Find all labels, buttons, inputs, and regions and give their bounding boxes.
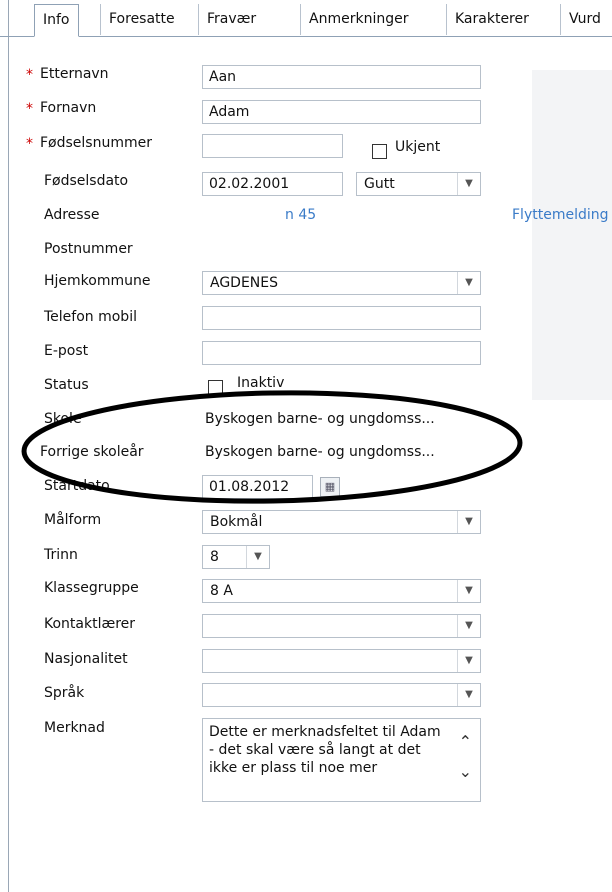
chevron-down-icon: ▼ — [457, 684, 480, 706]
fodselsnummer-label: Fødselsnummer — [40, 135, 152, 151]
scroll-up-icon[interactable]: ⌃ — [459, 733, 472, 751]
hjemkommune-select[interactable]: AGDENES ▼ — [202, 271, 481, 295]
malform-select[interactable]: Bokmål ▼ — [202, 510, 481, 534]
trinn-select[interactable]: 8 ▼ — [202, 545, 270, 569]
gender-select[interactable]: Gutt ▼ — [356, 172, 481, 196]
chevron-down-icon: ▼ — [457, 580, 480, 602]
inaktiv-label: Inaktiv — [237, 375, 285, 391]
required-marker: * — [26, 136, 33, 152]
merknad-textarea[interactable]: Dette er merknadsfeltet til Adam - det s… — [202, 718, 481, 802]
tab-karakterer[interactable]: Karakterer — [446, 4, 537, 35]
nasjonalitet-select[interactable]: ▼ — [202, 649, 481, 673]
tab-fravaer[interactable]: Fravær — [198, 4, 264, 35]
forrige-value: Byskogen barne- og ungdomss... — [205, 444, 435, 460]
epost-label: E-post — [44, 343, 89, 359]
postnummer-label: Postnummer — [44, 241, 133, 257]
tab-bar: Info Foresatte Fravær Anmerkninger Karak… — [0, 0, 612, 37]
chevron-down-icon: ▼ — [457, 511, 480, 533]
chevron-down-icon: ▼ — [457, 173, 480, 195]
tab-foresatte[interactable]: Foresatte — [100, 4, 183, 35]
fodselsdato-input[interactable]: 02.02.2001 — [202, 172, 343, 196]
merknad-label: Merknad — [44, 720, 105, 736]
required-marker: * — [26, 101, 33, 117]
etternavn-label: Etternavn — [40, 66, 109, 82]
merknad-text: Dette er merknadsfeltet til Adam - det s… — [209, 724, 441, 776]
side-panel — [532, 70, 612, 400]
etternavn-input[interactable]: Aan — [202, 65, 481, 89]
malform-label: Målform — [44, 512, 102, 528]
chevron-down-icon: ▼ — [457, 615, 480, 637]
forrige-label: Forrige skoleår — [40, 444, 144, 460]
skole-value: Byskogen barne- og ungdomss... — [205, 411, 435, 427]
nasjonalitet-label: Nasjonalitet — [44, 651, 128, 667]
startdato-input[interactable]: 01.08.2012 — [202, 475, 313, 499]
chevron-down-icon: ▼ — [246, 546, 269, 568]
hjemkommune-label: Hjemkommune — [44, 273, 151, 289]
flyttemelding-link[interactable]: Flyttemelding — [512, 207, 609, 223]
chevron-down-icon: ▼ — [457, 272, 480, 294]
tab-vurd[interactable]: Vurd — [560, 4, 609, 35]
skole-label: Skole — [44, 411, 82, 427]
fornavn-input[interactable]: Adam — [202, 100, 481, 124]
scroll-down-icon[interactable]: ⌄ — [459, 763, 472, 781]
kontaktlaerer-select[interactable]: ▼ — [202, 614, 481, 638]
trinn-label: Trinn — [44, 547, 78, 563]
adresse-value[interactable]: n 45 — [285, 207, 316, 223]
adresse-label: Adresse — [44, 207, 100, 223]
chevron-down-icon: ▼ — [457, 650, 480, 672]
klassegruppe-label: Klassegruppe — [44, 580, 139, 596]
sprak-label: Språk — [44, 685, 85, 701]
telefon-input[interactable] — [202, 306, 481, 330]
epost-input[interactable] — [202, 341, 481, 365]
trinn-value: 8 — [210, 549, 219, 565]
malform-value: Bokmål — [210, 514, 263, 530]
ukjent-label: Ukjent — [395, 139, 441, 155]
sprak-select[interactable]: ▼ — [202, 683, 481, 707]
tab-anmerkninger[interactable]: Anmerkninger — [300, 4, 416, 35]
fodselsnummer-input[interactable] — [202, 134, 343, 158]
status-label: Status — [44, 377, 89, 393]
klassegruppe-select[interactable]: 8 A ▼ — [202, 579, 481, 603]
calendar-icon[interactable]: ▦ — [320, 477, 340, 497]
inaktiv-checkbox[interactable] — [208, 380, 223, 395]
fornavn-label: Fornavn — [40, 100, 97, 116]
required-marker: * — [26, 67, 33, 83]
fodselsdato-label: Fødselsdato — [44, 173, 129, 189]
tab-info[interactable]: Info — [34, 4, 79, 37]
klassegruppe-value: 8 A — [210, 583, 233, 599]
startdato-label: Startdato — [44, 478, 110, 494]
kontaktlaerer-label: Kontaktlærer — [44, 616, 136, 632]
gender-value: Gutt — [364, 176, 395, 192]
hjemkommune-value: AGDENES — [210, 275, 279, 291]
telefon-label: Telefon mobil — [44, 309, 137, 325]
ukjent-checkbox[interactable] — [372, 144, 387, 159]
